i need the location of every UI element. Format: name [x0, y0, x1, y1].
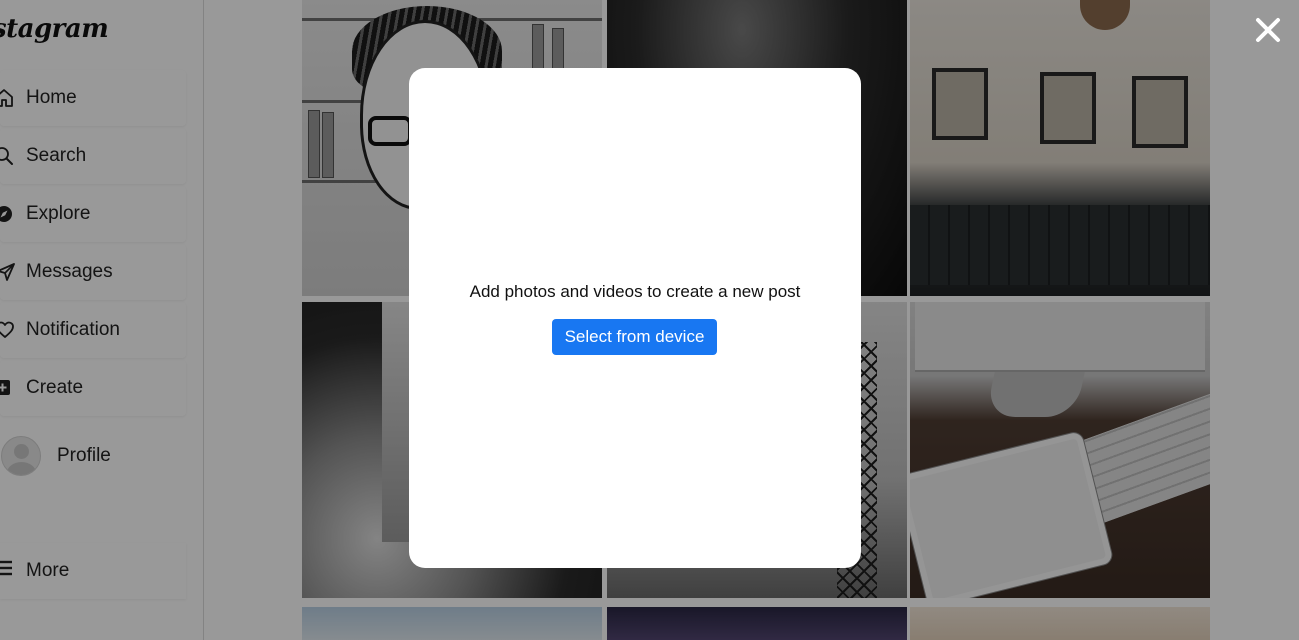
close-modal-button[interactable] [1253, 15, 1283, 45]
select-from-device-button[interactable]: Select from device [552, 319, 717, 355]
create-post-modal: Add photos and videos to create a new po… [409, 68, 861, 568]
close-icon [1256, 18, 1280, 42]
modal-message: Add photos and videos to create a new po… [469, 282, 801, 301]
